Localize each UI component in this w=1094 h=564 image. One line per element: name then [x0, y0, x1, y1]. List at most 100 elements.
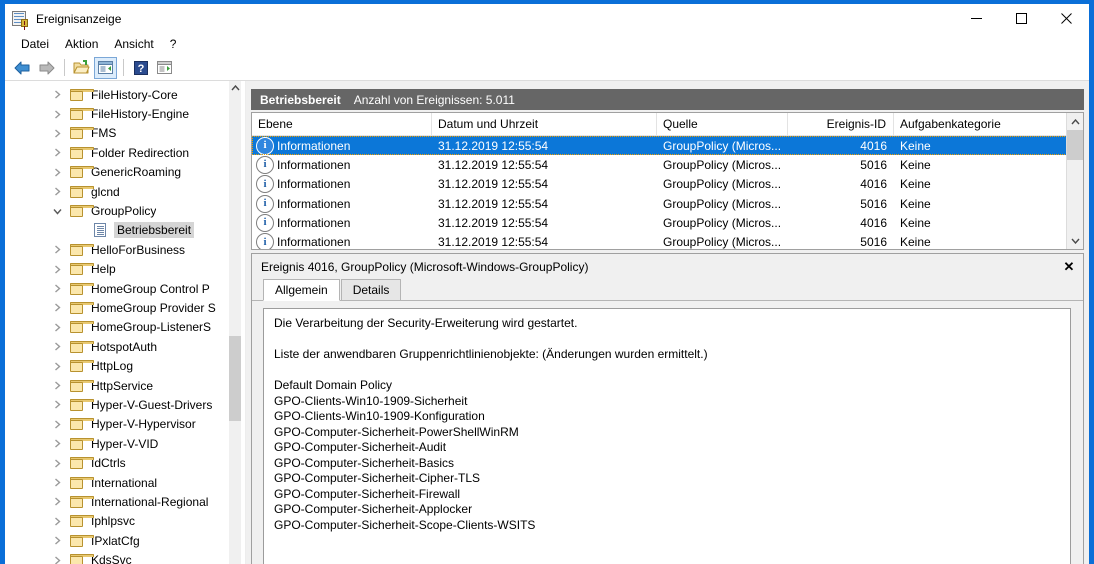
list-scrollbar-thumb[interactable]: [1067, 130, 1083, 160]
chevron-right-icon[interactable]: [49, 459, 65, 468]
chevron-right-icon[interactable]: [49, 420, 65, 429]
tree-item-hyper-v-vid[interactable]: Hyper-V-VID: [5, 434, 229, 453]
event-list-vertical-scrollbar[interactable]: [1066, 113, 1083, 249]
table-row[interactable]: i Informationen 31.12.2019 12:55:54 GroupPo…: [252, 194, 1083, 213]
tree-item-glcnd[interactable]: glcnd: [5, 182, 229, 201]
tree-item-label: Hyper-V-Hypervisor: [91, 417, 196, 432]
column-header-ebene[interactable]: Ebene: [252, 113, 432, 135]
folder-icon: [69, 301, 94, 315]
close-icon[interactable]: ✕: [1059, 257, 1079, 276]
back-arrow-icon[interactable]: [11, 57, 34, 79]
event-list[interactable]: Ebene Datum und Uhrzeit Quelle Ereignis-…: [251, 112, 1084, 250]
tree-scroll-up-icon[interactable]: [229, 81, 241, 94]
help-icon[interactable]: ?: [129, 57, 152, 79]
chevron-down-icon[interactable]: [49, 208, 65, 215]
table-row[interactable]: i Informationen 31.12.2019 12:55:54 GroupPo…: [252, 175, 1083, 194]
menu-ansicht[interactable]: Ansicht: [106, 35, 161, 53]
event-level-cell: i Informationen: [252, 136, 432, 155]
tree-scrollbar-thumb[interactable]: [229, 336, 241, 421]
list-scroll-down-icon[interactable]: [1067, 232, 1083, 249]
show-hide-action-pane-icon[interactable]: [153, 57, 176, 79]
chevron-right-icon[interactable]: [49, 497, 65, 506]
close-button[interactable]: [1044, 4, 1089, 33]
tree-item-iphlpsvc[interactable]: Iphlpsvc: [5, 512, 229, 531]
minimize-button[interactable]: [954, 4, 999, 33]
tree-item-idctrls[interactable]: IdCtrls: [5, 453, 229, 472]
chevron-right-icon[interactable]: [49, 110, 65, 119]
tree-item-homegroup-control-p[interactable]: HomeGroup Control P: [5, 279, 229, 298]
tab-allgemein[interactable]: Allgemein: [263, 279, 340, 301]
chevron-right-icon[interactable]: [49, 381, 65, 390]
tree-item-genericroaming[interactable]: GenericRoaming: [5, 163, 229, 182]
chevron-right-icon[interactable]: [49, 323, 65, 332]
chevron-right-icon[interactable]: [49, 400, 65, 409]
event-detail-title: Ereignis 4016, GroupPolicy (Microsoft-Wi…: [261, 259, 589, 274]
tree-item-httplog[interactable]: HttpLog: [5, 356, 229, 375]
chevron-right-icon[interactable]: [49, 90, 65, 99]
tree-item-hyper-v-hypervisor[interactable]: Hyper-V-Hypervisor: [5, 415, 229, 434]
chevron-right-icon[interactable]: [49, 245, 65, 254]
tree-item-hotspotauth[interactable]: HotspotAuth: [5, 337, 229, 356]
tree-vertical-scrollbar[interactable]: [229, 81, 241, 564]
tree-item-kdssvc[interactable]: KdsSvc: [5, 550, 229, 564]
event-source-cell: GroupPolicy (Micros...: [663, 177, 782, 192]
event-list-column-headers: Ebene Datum und Uhrzeit Quelle Ereignis-…: [252, 113, 1083, 136]
tree-item-hyper-v-guest-drivers[interactable]: Hyper-V-Guest-Drivers: [5, 395, 229, 414]
column-header-datum-und-uhrzeit[interactable]: Datum und Uhrzeit: [432, 113, 657, 135]
table-row[interactable]: i Informationen 31.12.2019 12:55:54 GroupPo…: [252, 136, 1083, 156]
tree-item-filehistory-engine[interactable]: FileHistory-Engine: [5, 104, 229, 123]
chevron-right-icon[interactable]: [49, 148, 65, 157]
chevron-right-icon[interactable]: [49, 129, 65, 138]
tree-item-label: Betriebsbereit: [114, 222, 195, 239]
chevron-right-icon[interactable]: [49, 362, 65, 371]
chevron-right-icon[interactable]: [49, 439, 65, 448]
tree-item-httpservice[interactable]: HttpService: [5, 376, 229, 395]
open-folder-icon[interactable]: [70, 57, 93, 79]
folder-icon: [69, 340, 94, 354]
tree-item-filehistory-core[interactable]: FileHistory-Core: [5, 85, 229, 104]
list-scroll-up-icon[interactable]: [1067, 113, 1083, 130]
chevron-right-icon[interactable]: [49, 187, 65, 196]
chevron-right-icon[interactable]: [49, 342, 65, 351]
tree-item-help[interactable]: Help: [5, 260, 229, 279]
column-header-ereignis-id[interactable]: Ereignis-ID: [788, 113, 894, 135]
tab-details[interactable]: Details: [340, 279, 402, 300]
tree-item-homegroup-listeners[interactable]: HomeGroup-ListenerS: [5, 318, 229, 337]
chevron-right-icon[interactable]: [49, 284, 65, 293]
table-row[interactable]: i Informationen 31.12.2019 12:55:54 GroupPo…: [252, 232, 1083, 249]
tree-item-international[interactable]: International: [5, 473, 229, 492]
tree-item-homegroup-provider-s[interactable]: HomeGroup Provider S: [5, 298, 229, 317]
event-source-cell: GroupPolicy (Micros...: [663, 215, 782, 230]
tree-item-betriebsbereit[interactable]: Betriebsbereit: [5, 221, 229, 240]
table-row[interactable]: i Informationen 31.12.2019 12:55:54 GroupPo…: [252, 155, 1083, 174]
chevron-right-icon[interactable]: [49, 478, 65, 487]
tree-item-fms[interactable]: FMS: [5, 124, 229, 143]
tree-item-grouppolicy[interactable]: GroupPolicy: [5, 201, 229, 220]
tree-item-helloforbusiness[interactable]: HelloForBusiness: [5, 240, 229, 259]
tree-item-folder-redirection[interactable]: Folder Redirection: [5, 143, 229, 162]
column-header-aufgabenkategorie[interactable]: Aufgabenkategorie: [894, 113, 1034, 135]
chevron-right-icon[interactable]: [49, 536, 65, 545]
chevron-right-icon[interactable]: [49, 303, 65, 313]
tree-item-label: IdCtrls: [91, 456, 126, 471]
table-row[interactable]: i Informationen 31.12.2019 12:55:54 GroupPo…: [252, 213, 1083, 232]
tree-item-label: HttpLog: [91, 359, 134, 374]
column-header-quelle[interactable]: Quelle: [657, 113, 788, 135]
chevron-right-icon[interactable]: [49, 556, 65, 564]
folder-icon: [69, 553, 94, 564]
menu-hilfe[interactable]: ?: [162, 35, 185, 53]
tree-item-international-regional[interactable]: International-Regional: [5, 492, 229, 511]
menu-datei[interactable]: Datei: [13, 35, 57, 53]
main-content: FileHistory-Core FileHistory-Engine FMS Fol…: [5, 81, 1089, 564]
chevron-right-icon[interactable]: [49, 517, 65, 526]
folder-icon: [69, 107, 94, 121]
menu-aktion[interactable]: Aktion: [57, 35, 106, 53]
event-detail-body[interactable]: Die Verarbeitung der Security-Erweiterun…: [263, 308, 1071, 564]
chevron-right-icon[interactable]: [49, 168, 65, 177]
chevron-right-icon[interactable]: [49, 265, 65, 274]
show-hide-console-tree-icon[interactable]: [94, 56, 117, 79]
information-icon: i: [256, 213, 274, 232]
maximize-button[interactable]: [999, 4, 1044, 33]
forward-arrow-icon[interactable]: [35, 57, 58, 79]
tree-item-ipxlatcfg[interactable]: IPxlatCfg: [5, 531, 229, 550]
